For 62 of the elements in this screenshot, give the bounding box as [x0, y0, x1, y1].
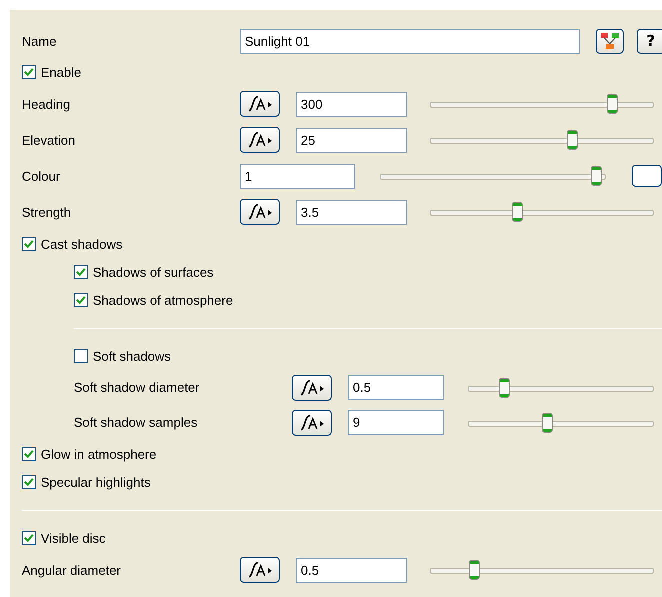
checkbox[interactable]: [74, 293, 88, 307]
input-field[interactable]: 1: [240, 164, 355, 188]
function-curve-icon: [246, 561, 274, 579]
function-curve-icon: [298, 378, 326, 396]
field-label: Heading: [22, 96, 72, 112]
checkbox-label: Shadows of surfaces: [93, 264, 214, 280]
function-curve-icon: [246, 95, 274, 113]
input-field[interactable]: 0.5: [348, 375, 444, 400]
checkbox[interactable]: [74, 265, 88, 279]
slider-track[interactable]: [430, 202, 654, 222]
slider-thumb[interactable]: [590, 166, 602, 186]
checkbox-label: Glow in atmosphere: [41, 446, 157, 462]
field-label: Angular diameter: [22, 562, 122, 578]
slider-thumb[interactable]: [512, 202, 523, 222]
input-field[interactable]: 25: [296, 128, 407, 152]
slider-track[interactable]: [430, 94, 654, 114]
help-button[interactable]: ?: [637, 28, 662, 54]
slider-thumb[interactable]: [469, 560, 480, 580]
input-field[interactable]: 300: [296, 92, 407, 116]
field-label: Elevation: [22, 132, 76, 148]
slider-thumb[interactable]: [542, 412, 554, 432]
function-curve-icon: [246, 131, 274, 149]
checkbox[interactable]: [74, 349, 88, 363]
function-button[interactable]: [292, 410, 332, 436]
colour-swatch[interactable]: [632, 165, 662, 187]
function-button[interactable]: [240, 91, 280, 117]
slider-thumb[interactable]: [566, 130, 578, 150]
checkbox-label: Enable: [41, 64, 82, 80]
slider-track[interactable]: [380, 166, 606, 186]
field-label: Name: [22, 34, 58, 48]
function-button[interactable]: [292, 374, 332, 400]
slider-track[interactable]: [468, 378, 654, 398]
function-button[interactable]: [240, 557, 280, 583]
name-field[interactable]: Sunlight 01: [240, 28, 580, 54]
checkbox-label: Cast shadows: [41, 236, 123, 252]
function-curve-icon: [298, 414, 326, 432]
field-label: Soft shadow samples: [74, 415, 199, 430]
checkbox-label: Specular highlights: [41, 474, 151, 490]
field-label: Strength: [22, 204, 72, 220]
input-field[interactable]: 9: [348, 410, 444, 435]
slider-thumb[interactable]: [498, 378, 510, 398]
checkbox-label: Visible disc: [41, 530, 106, 546]
slider-track[interactable]: [468, 412, 654, 432]
checkbox[interactable]: [22, 65, 36, 79]
slider-thumb[interactable]: [606, 94, 618, 114]
field-label: Colour: [22, 168, 62, 184]
tree-button[interactable]: [596, 28, 624, 54]
input-field[interactable]: 0.5: [296, 558, 407, 582]
function-button[interactable]: [240, 199, 280, 225]
checkbox[interactable]: [22, 531, 36, 545]
field-label: Soft shadow diameter: [74, 380, 201, 395]
checkbox[interactable]: [22, 237, 36, 251]
slider-track[interactable]: [430, 560, 654, 580]
tree-icon: [600, 32, 620, 50]
checkbox[interactable]: [22, 447, 36, 461]
slider-track[interactable]: [430, 130, 654, 150]
function-curve-icon: [246, 203, 274, 221]
function-button[interactable]: [240, 127, 280, 153]
checkbox-label: Shadows of atmosphere: [93, 292, 234, 308]
checkbox[interactable]: [22, 475, 36, 489]
input-field[interactable]: 3.5: [296, 200, 407, 224]
checkbox-label: Soft shadows: [93, 348, 172, 364]
